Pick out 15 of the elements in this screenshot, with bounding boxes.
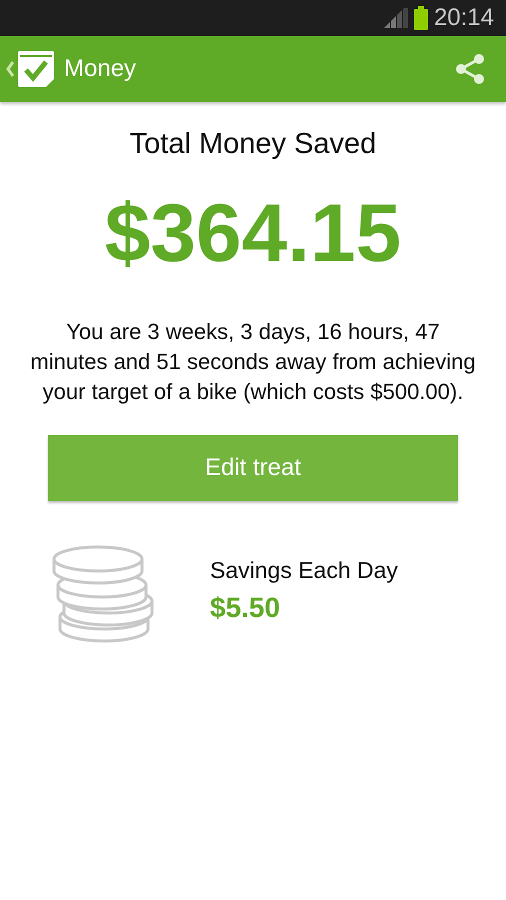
back-chevron-icon: [6, 61, 14, 77]
savings-value: $5.50: [210, 592, 282, 624]
share-icon: [454, 53, 486, 85]
signal-icon: [384, 8, 408, 28]
back-button[interactable]: [6, 49, 56, 89]
target-message: You are 3 weeks, 3 days, 16 hours, 47 minutes and 51 seconds away from achieving your target of a bike (which costs $500.00).: [29, 318, 477, 406]
heading: Total Money Saved: [130, 128, 376, 161]
edit-treat-button[interactable]: Edit treat: [48, 435, 458, 501]
share-button[interactable]: [454, 53, 486, 85]
checkmark-note-icon: [16, 49, 56, 89]
battery-icon: [414, 6, 428, 30]
status-time: 20:14: [434, 4, 494, 32]
app-title: Money: [64, 55, 138, 83]
total-amount: $364.15: [104, 187, 402, 281]
savings-label: Savings Each Day: [210, 557, 398, 584]
